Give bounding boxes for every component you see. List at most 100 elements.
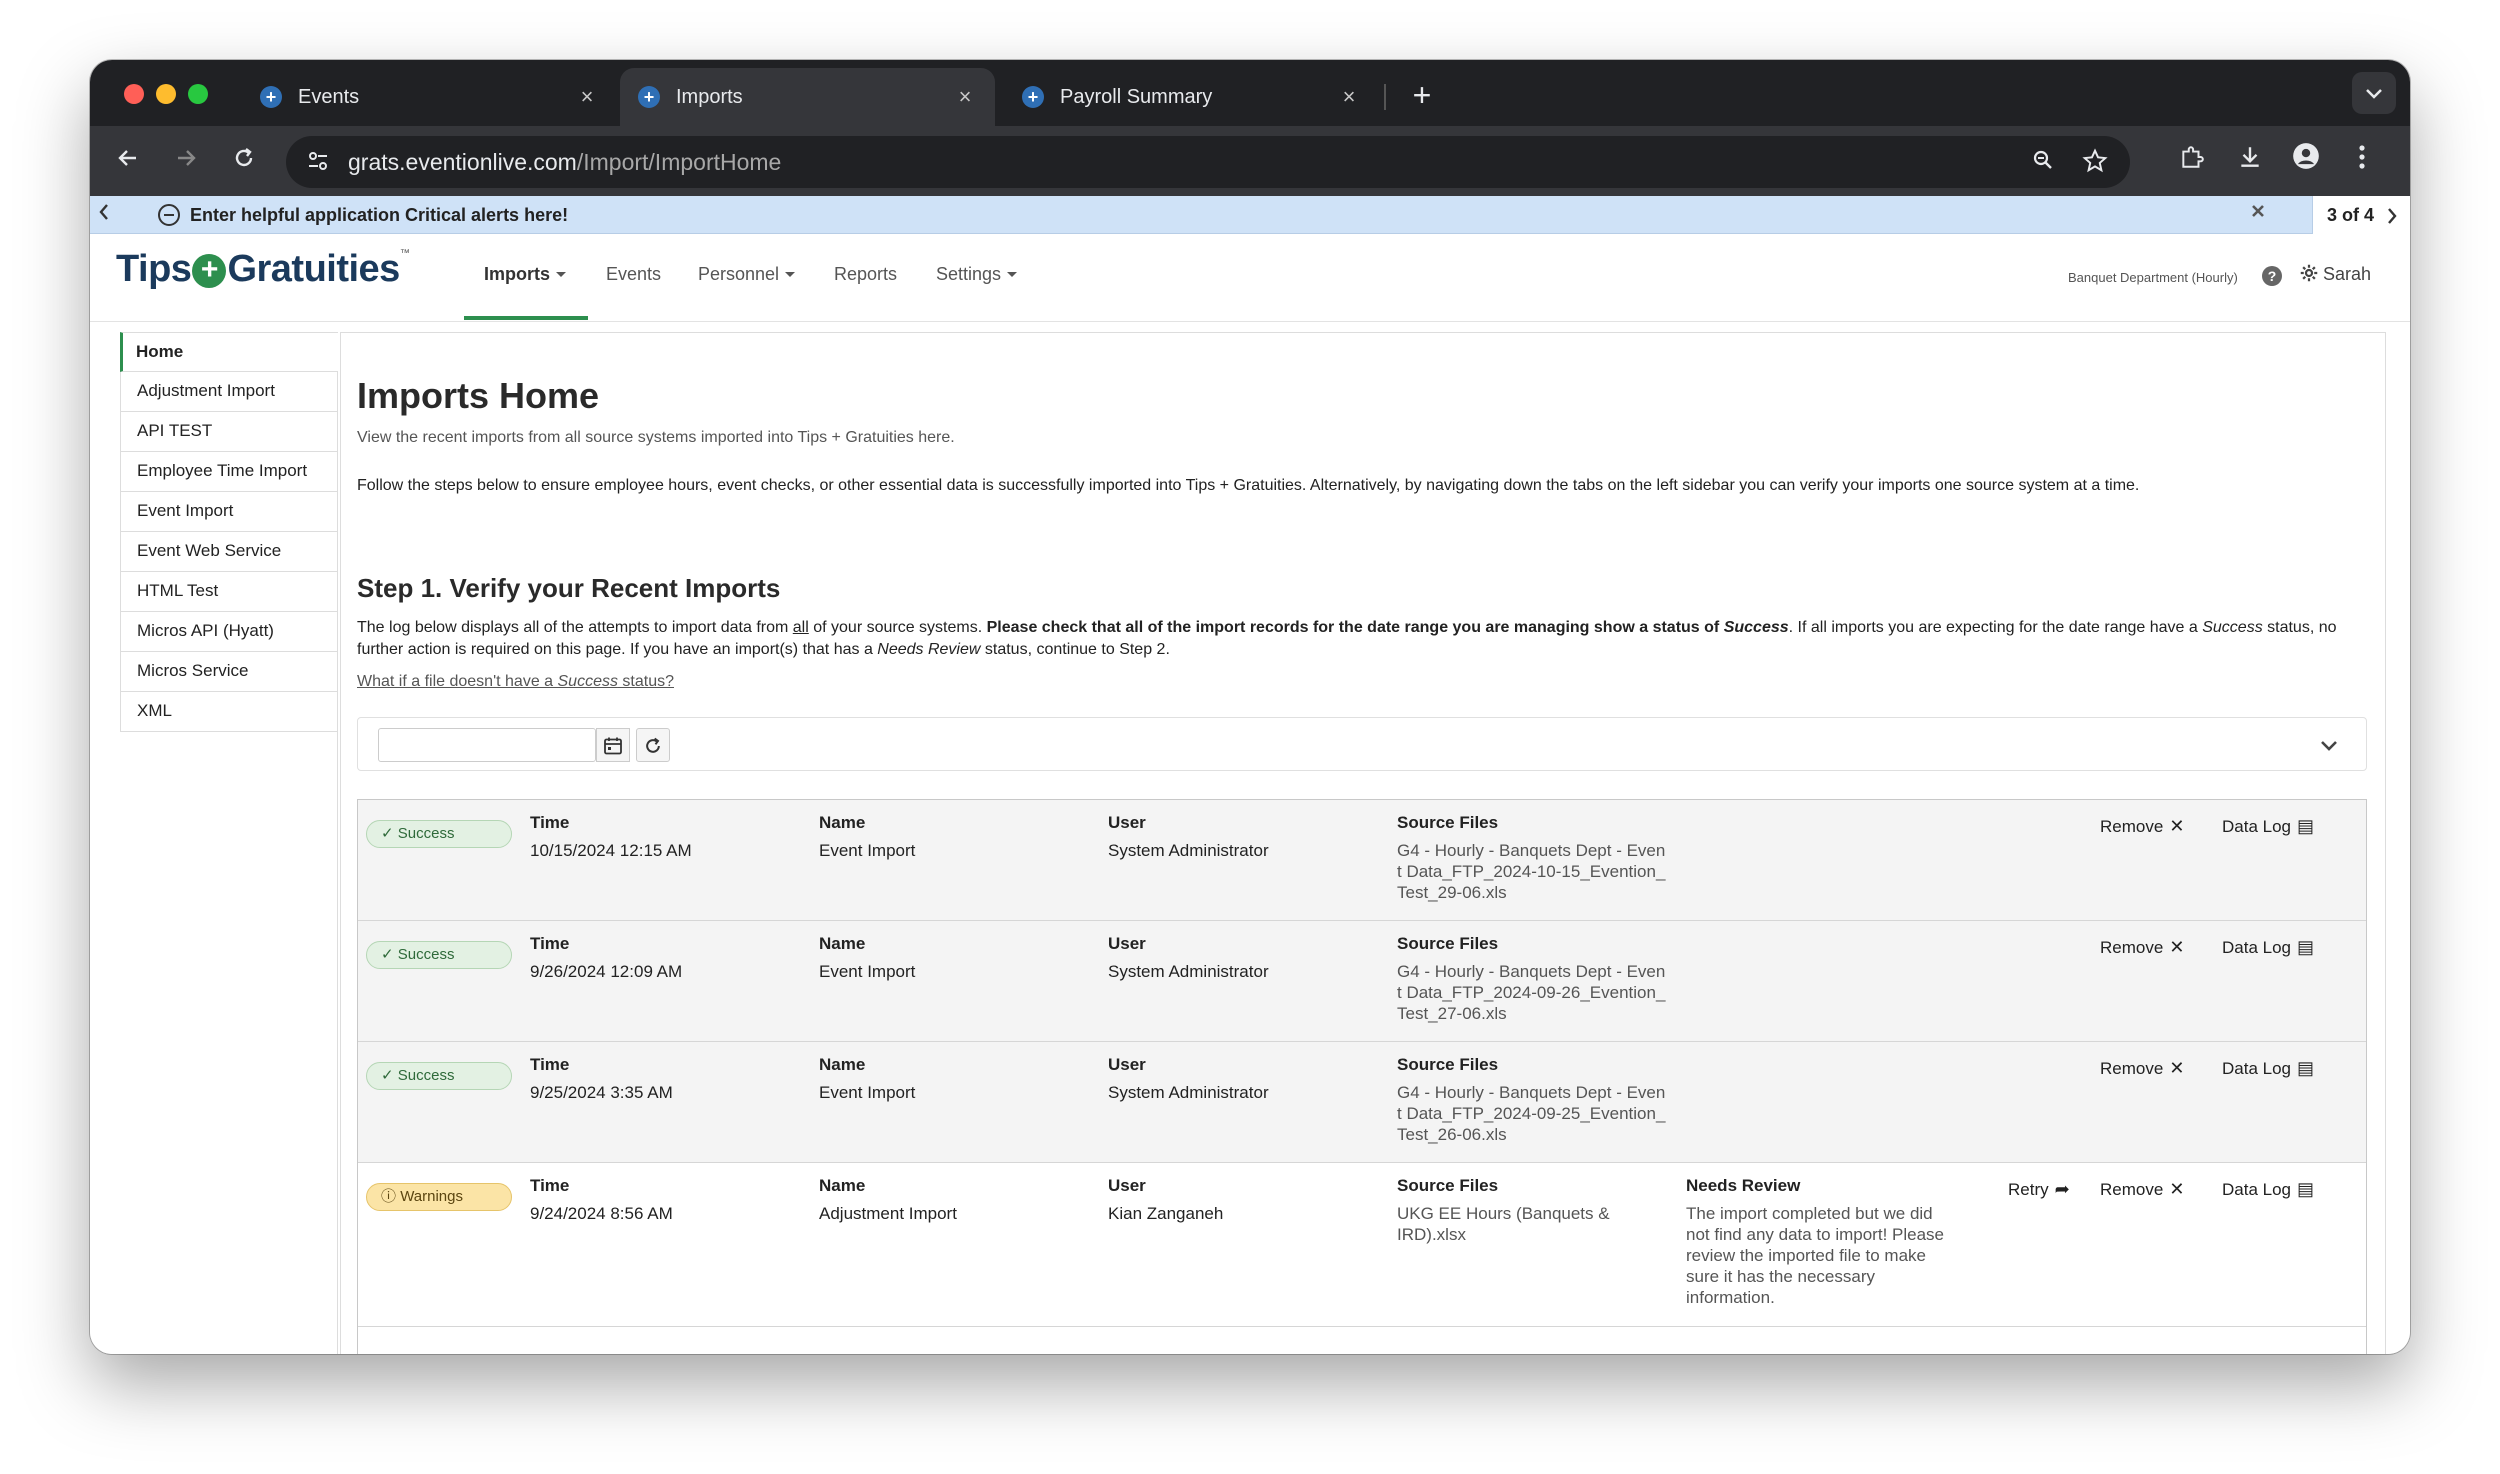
sidebar-item-employee-time-import[interactable]: Employee Time Import	[120, 452, 338, 492]
nav-personnel[interactable]: Personnel	[698, 264, 796, 285]
profile-button[interactable]	[2286, 142, 2326, 182]
chevron-right-icon	[2388, 208, 2397, 225]
refresh-icon	[646, 737, 660, 753]
logo-trademark: ™	[399, 248, 410, 259]
source-label: Source Files	[1397, 934, 1499, 953]
nav-settings[interactable]: Settings	[936, 264, 1018, 285]
calendar-icon	[604, 737, 622, 755]
forward-button[interactable]	[166, 142, 206, 182]
user-menu[interactable]: Sarah	[2300, 264, 2371, 285]
maximize-window-button[interactable]	[188, 84, 208, 104]
import-row: ✓ Success Time 10/15/2024 12:15 AM Name Ev…	[358, 800, 2366, 921]
tips-gratuities-logo[interactable]: Tips + Gratuities™	[116, 248, 410, 291]
sidebar-item-xml[interactable]: XML	[120, 692, 338, 732]
data-log-button[interactable]: Data Log ▤	[2222, 937, 2314, 958]
sidebar-item-event-web-service[interactable]: Event Web Service	[120, 532, 338, 572]
retry-label: Retry	[2008, 1180, 2049, 1199]
import-row: ✓ Success Time 9/25/2024 3:35 AM Name Even…	[358, 1042, 2366, 1163]
reload-button[interactable]	[224, 142, 264, 182]
sidebar-item-micros-service[interactable]: Micros Service	[120, 652, 338, 692]
data-log-button[interactable]: Data Log ▤	[2222, 1058, 2314, 1079]
remove-button[interactable]: Remove ✕	[2100, 1058, 2184, 1079]
import-row: ⓘ Warnings Time 9/24/2024 8:56 AM Name Adj…	[358, 1163, 2366, 1327]
user-label: User	[1108, 1055, 1146, 1074]
data-log-button[interactable]: Data Log ▤	[2222, 816, 2314, 837]
url-text[interactable]: grats.eventionlive.com/Import/ImportHome	[348, 149, 781, 176]
sidebar-item-html-test[interactable]: HTML Test	[120, 572, 338, 612]
nav-imports[interactable]: Imports	[484, 264, 567, 285]
nav-reports[interactable]: Reports	[834, 264, 897, 285]
close-tab-icon[interactable]: ×	[1337, 84, 1361, 110]
help-icon[interactable]: ?	[2262, 266, 2282, 286]
user-value: Kian Zanganeh	[1108, 1204, 1224, 1223]
intro-paragraph: Follow the steps below to ensure employe…	[357, 477, 2140, 494]
forward-arrow-icon	[178, 150, 196, 166]
nav-events-label: Events	[606, 264, 662, 284]
remove-button[interactable]: Remove ✕	[2100, 1179, 2184, 1200]
close-tab-icon[interactable]: ×	[953, 84, 977, 110]
date-range-input[interactable]	[378, 728, 596, 762]
sidebar-item-home[interactable]: Home	[120, 332, 338, 372]
app-favicon-icon: +	[638, 86, 660, 108]
expand-filters-button[interactable]	[2320, 732, 2338, 758]
data-log-button[interactable]: Data Log ▤	[2222, 1179, 2314, 1200]
sidebar-item-micros-api-hyatt[interactable]: Micros API (Hyatt)	[120, 612, 338, 652]
department-selector[interactable]: Banquet Department (Hourly)	[2068, 270, 2238, 285]
user-value: System Administrator	[1108, 1083, 1269, 1102]
refresh-button[interactable]	[636, 728, 670, 762]
new-tab-button[interactable]: +	[1400, 74, 1444, 118]
close-icon: ✕	[2169, 1179, 2185, 1199]
sidebar-item-api-test[interactable]: API TEST	[120, 412, 338, 452]
import-source: Source Files G4 - Hourly - Banquets Dept …	[1397, 812, 1667, 903]
sidebar-item-event-import[interactable]: Event Import	[120, 492, 338, 532]
extensions-button[interactable]	[2172, 142, 2212, 182]
nav-events[interactable]: Events	[606, 264, 661, 285]
remove-button[interactable]: Remove ✕	[2100, 816, 2184, 837]
step1-paragraph: The log below displays all of the attemp…	[357, 617, 2367, 661]
close-tab-icon[interactable]: ×	[575, 84, 599, 110]
site-info-icon[interactable]	[304, 149, 332, 175]
tab-label: Imports	[676, 85, 743, 108]
zoom-button[interactable]	[2028, 148, 2058, 178]
tab-imports[interactable]: + Imports ×	[620, 68, 995, 126]
next-alert-button[interactable]	[2386, 196, 2398, 234]
chevron-down-icon	[2366, 88, 2382, 99]
remove-button[interactable]: Remove ✕	[2100, 937, 2184, 958]
tab-payroll-summary[interactable]: + Payroll Summary ×	[1004, 68, 1379, 126]
remove-label: Remove	[2100, 938, 2164, 957]
dismiss-alert-button[interactable]	[2250, 202, 2266, 225]
previous-alert-button[interactable]	[98, 203, 118, 227]
back-button[interactable]	[108, 142, 148, 182]
close-icon: ✕	[2169, 937, 2185, 957]
alert-counter: 3 of 4	[2312, 196, 2410, 234]
close-icon: ✕	[2169, 1058, 2185, 1078]
name-label: Name	[819, 1055, 866, 1074]
bookmark-button[interactable]	[2080, 148, 2110, 178]
time-value: 10/15/2024 12:15 AM	[530, 841, 692, 860]
success-status-help-link[interactable]: What if a file doesn't have a Success st…	[357, 673, 674, 691]
browser-window: + Events × + Imports × + Payroll Summary…	[90, 60, 2410, 1354]
active-nav-underline	[464, 316, 588, 320]
import-name: Name Event Import	[819, 1054, 1099, 1103]
source-value: G4 - Hourly - Banquets Dept - Event Data…	[1397, 962, 1666, 1023]
calendar-button[interactable]	[596, 728, 630, 762]
name-value: Event Import	[819, 962, 916, 981]
retry-button[interactable]: Retry ➦	[2008, 1179, 2070, 1200]
browser-menu-button[interactable]	[2342, 142, 2382, 182]
sidebar-item-adjustment-import[interactable]: Adjustment Import	[120, 372, 338, 412]
tab-events[interactable]: + Events ×	[242, 68, 617, 126]
source-label: Source Files	[1397, 813, 1499, 832]
minimize-window-button[interactable]	[156, 84, 176, 104]
close-window-button[interactable]	[124, 84, 144, 104]
logo-text-tips: Tips	[116, 248, 192, 290]
imports-sidebar: Home Adjustment Import API TEST Employee…	[120, 332, 338, 1354]
download-button[interactable]	[2230, 142, 2270, 182]
app-favicon-icon: +	[1022, 86, 1044, 108]
tab-search-button[interactable]	[2352, 72, 2396, 114]
address-bar[interactable]: grats.eventionlive.com/Import/ImportHome	[286, 136, 2130, 188]
source-value: G4 - Hourly - Banquets Dept - Event Data…	[1397, 841, 1666, 902]
source-label: Source Files	[1397, 1176, 1499, 1195]
source-value: G4 - Hourly - Banquets Dept - Event Data…	[1397, 1083, 1666, 1144]
chevron-left-icon	[99, 204, 108, 220]
import-user: User System Administrator	[1108, 812, 1388, 861]
